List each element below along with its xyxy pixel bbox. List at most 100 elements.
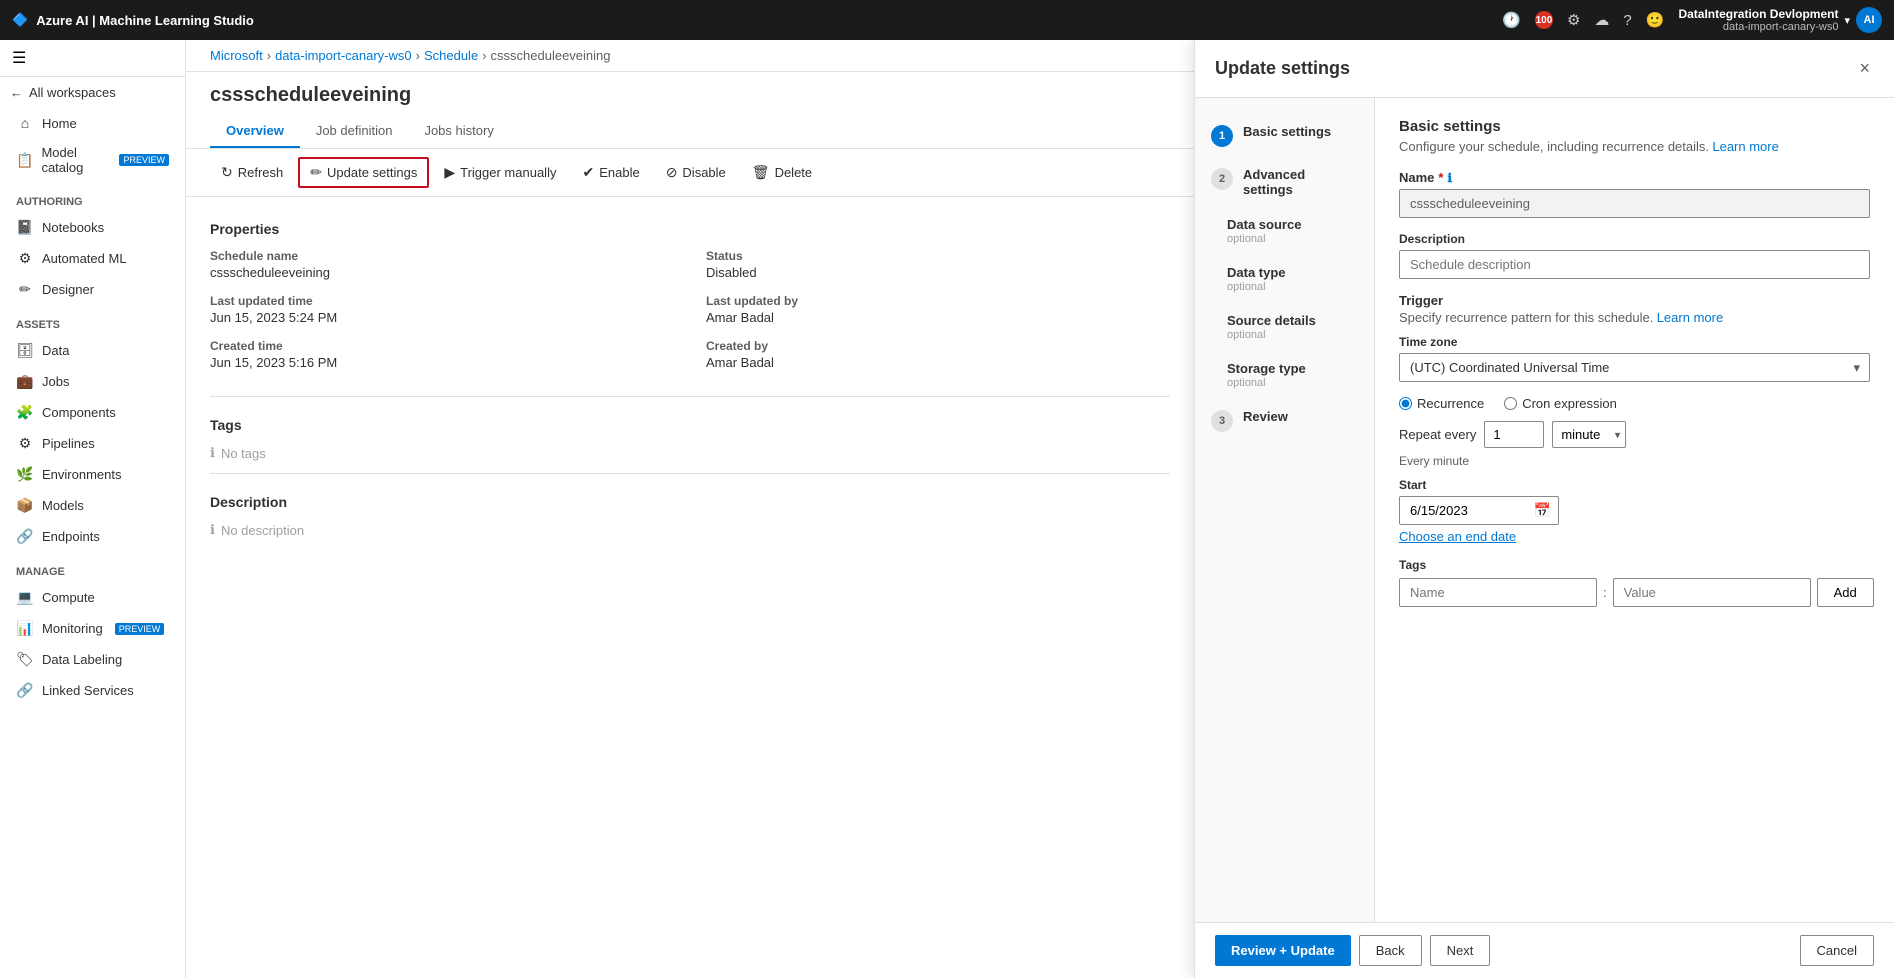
sidebar-item-home[interactable]: ⌂ Home <box>0 108 185 138</box>
step-info-review: Review <box>1243 409 1288 424</box>
repeat-every-input[interactable] <box>1484 421 1544 448</box>
cancel-button[interactable]: Cancel <box>1800 935 1874 966</box>
tags-name-input[interactable] <box>1399 578 1597 607</box>
properties-area: Properties Schedule name cssscheduleevei… <box>186 197 1194 978</box>
wizard-step-data-source[interactable]: Data source optional <box>1195 207 1374 255</box>
sidebar-item-components[interactable]: 🧩 Components <box>0 397 185 428</box>
update-settings-panel: Update settings × 1 Basic settings 2 Adv… <box>1194 40 1894 978</box>
linked-services-icon: 🔗 <box>16 682 34 699</box>
tab-overview[interactable]: Overview <box>210 115 300 148</box>
step-num-1: 1 <box>1211 125 1233 147</box>
sidebar-item-model-catalog[interactable]: 📋 Model catalog PREVIEW <box>0 138 185 182</box>
last-updated-time-prop: Last updated time Jun 15, 2023 5:24 PM <box>210 294 674 325</box>
wizard-step-source-details[interactable]: Source details optional <box>1195 303 1374 351</box>
wizard-step-review[interactable]: 3 Review <box>1195 399 1374 442</box>
account-switcher[interactable]: DataIntegration Devlopment data-import-c… <box>1678 7 1882 33</box>
back-icon: ← <box>10 85 23 100</box>
review-update-button[interactable]: Review + Update <box>1215 935 1351 966</box>
model-catalog-icon: 📋 <box>16 152 33 169</box>
name-input[interactable] <box>1399 189 1870 218</box>
info-icon: ℹ <box>210 445 215 461</box>
sidebar-item-data[interactable]: 🗄 Data <box>0 335 185 366</box>
step-info-source-details: Source details optional <box>1227 313 1316 341</box>
user-avatar[interactable]: AI <box>1856 7 1882 33</box>
disable-button[interactable]: ⊘ Disable <box>655 158 737 187</box>
description-title: Description <box>210 494 1170 510</box>
wizard-step-basic[interactable]: 1 Basic settings <box>1195 114 1374 157</box>
update-settings-button[interactable]: ✏ Update settings <box>298 157 429 188</box>
settings-icon[interactable]: ⚙ <box>1567 11 1580 29</box>
timezone-select[interactable]: (UTC) Coordinated Universal Time (UTC+00… <box>1399 353 1870 382</box>
repeat-unit-select[interactable]: minute hour day week month <box>1552 421 1626 448</box>
sidebar-item-pipelines[interactable]: ⚙ Pipelines <box>0 428 185 459</box>
wizard-step-advanced[interactable]: 2 Advanced settings <box>1195 157 1374 207</box>
chevron-down-icon: ▾ <box>1844 14 1850 27</box>
sidebar-item-linked-services[interactable]: 🔗 Linked Services <box>0 675 185 706</box>
enable-button[interactable]: ✔ Enable <box>571 158 650 187</box>
cloud-icon[interactable]: ☁ <box>1594 11 1609 29</box>
help-icon[interactable]: ? <box>1623 12 1631 29</box>
step-info-storage-type: Storage type optional <box>1227 361 1306 389</box>
hamburger-icon[interactable]: ☰ <box>12 48 26 68</box>
form-section-desc: Configure your schedule, including recur… <box>1399 139 1870 154</box>
trigger-manually-button[interactable]: ▶ Trigger manually <box>433 158 567 187</box>
tags-value-input[interactable] <box>1613 578 1811 607</box>
status-prop: Status Disabled <box>706 249 1170 280</box>
data-icon: 🗄 <box>16 342 34 359</box>
breadcrumb-workspace[interactable]: data-import-canary-ws0 <box>275 48 412 63</box>
sidebar-item-environments[interactable]: 🌿 Environments <box>0 459 185 490</box>
tab-jobs-history[interactable]: Jobs history <box>408 115 509 148</box>
panel-body: 1 Basic settings 2 Advanced settings Dat… <box>1195 98 1894 922</box>
recurrence-radio[interactable]: Recurrence <box>1399 396 1484 411</box>
sidebar-item-designer[interactable]: ✏ Designer <box>0 274 185 305</box>
sidebar-item-endpoints[interactable]: 🔗 Endpoints <box>0 521 185 552</box>
name-info-icon: ℹ <box>1447 171 1452 185</box>
sidebar-item-notebooks[interactable]: 📓 Notebooks <box>0 212 185 243</box>
sidebar-item-automated-ml[interactable]: ⚙ Automated ML <box>0 243 185 274</box>
recurrence-radio-input[interactable] <box>1399 397 1412 410</box>
tab-job-definition[interactable]: Job definition <box>300 115 409 148</box>
sidebar-item-compute[interactable]: 💻 Compute <box>0 582 185 613</box>
every-minute-note: Every minute <box>1399 454 1870 468</box>
panel-title: Update settings <box>1215 58 1350 79</box>
refresh-button[interactable]: ↻ Refresh <box>210 158 294 187</box>
choose-end-date-link[interactable]: Choose an end date <box>1399 529 1870 544</box>
wizard-step-data-type[interactable]: Data type optional <box>1195 255 1374 303</box>
trigger-type-group: Recurrence Cron expression <box>1399 396 1870 411</box>
sidebar-item-jobs[interactable]: 💼 Jobs <box>0 366 185 397</box>
panel-close-button[interactable]: × <box>1855 54 1874 83</box>
content-area: Microsoft › data-import-canary-ws0 › Sch… <box>186 40 1194 978</box>
data-labeling-icon: 🏷 <box>16 651 34 668</box>
repeat-every-row: Repeat every minute hour day week month <box>1399 421 1870 448</box>
cron-radio[interactable]: Cron expression <box>1504 396 1617 411</box>
smiley-icon[interactable]: 🙂 <box>1646 11 1665 29</box>
cron-radio-input[interactable] <box>1504 397 1517 410</box>
designer-icon: ✏ <box>16 281 34 298</box>
back-button[interactable]: Back <box>1359 935 1422 966</box>
trigger-learn-more-link[interactable]: Learn more <box>1657 310 1723 325</box>
trigger-desc: Specify recurrence pattern for this sche… <box>1399 310 1870 325</box>
delete-button[interactable]: 🗑 Delete <box>741 158 823 187</box>
jobs-icon: 💼 <box>16 373 34 390</box>
next-button[interactable]: Next <box>1430 935 1491 966</box>
learn-more-link[interactable]: Learn more <box>1712 139 1778 154</box>
all-workspaces-link[interactable]: ← All workspaces <box>0 77 185 108</box>
wizard-step-storage-type[interactable]: Storage type optional <box>1195 351 1374 399</box>
name-label: Name * ℹ <box>1399 170 1870 185</box>
description-input[interactable] <box>1399 250 1870 279</box>
sidebar-item-models[interactable]: 📦 Models <box>0 490 185 521</box>
created-by-prop: Created by Amar Badal <box>706 339 1170 370</box>
sidebar-item-monitoring[interactable]: 📊 Monitoring PREVIEW <box>0 613 185 644</box>
notification-badge[interactable]: 100 <box>1535 11 1553 29</box>
topbar-actions: 🕐 100 ⚙ ☁ ? 🙂 DataIntegration Devlopment… <box>1502 7 1882 33</box>
history-icon[interactable]: 🕐 <box>1502 11 1521 29</box>
breadcrumb-sep3: › <box>482 48 486 63</box>
automated-ml-icon: ⚙ <box>16 250 34 267</box>
assets-section-label: Assets <box>0 305 185 335</box>
breadcrumb-microsoft[interactable]: Microsoft <box>210 48 263 63</box>
tags-add-button[interactable]: Add <box>1817 578 1874 607</box>
topbar-title: 🔷 Azure AI | Machine Learning Studio <box>12 12 254 28</box>
repeat-unit-select-wrapper: minute hour day week month <box>1552 421 1626 448</box>
breadcrumb-schedule[interactable]: Schedule <box>424 48 478 63</box>
sidebar-item-data-labeling[interactable]: 🏷 Data Labeling <box>0 644 185 675</box>
